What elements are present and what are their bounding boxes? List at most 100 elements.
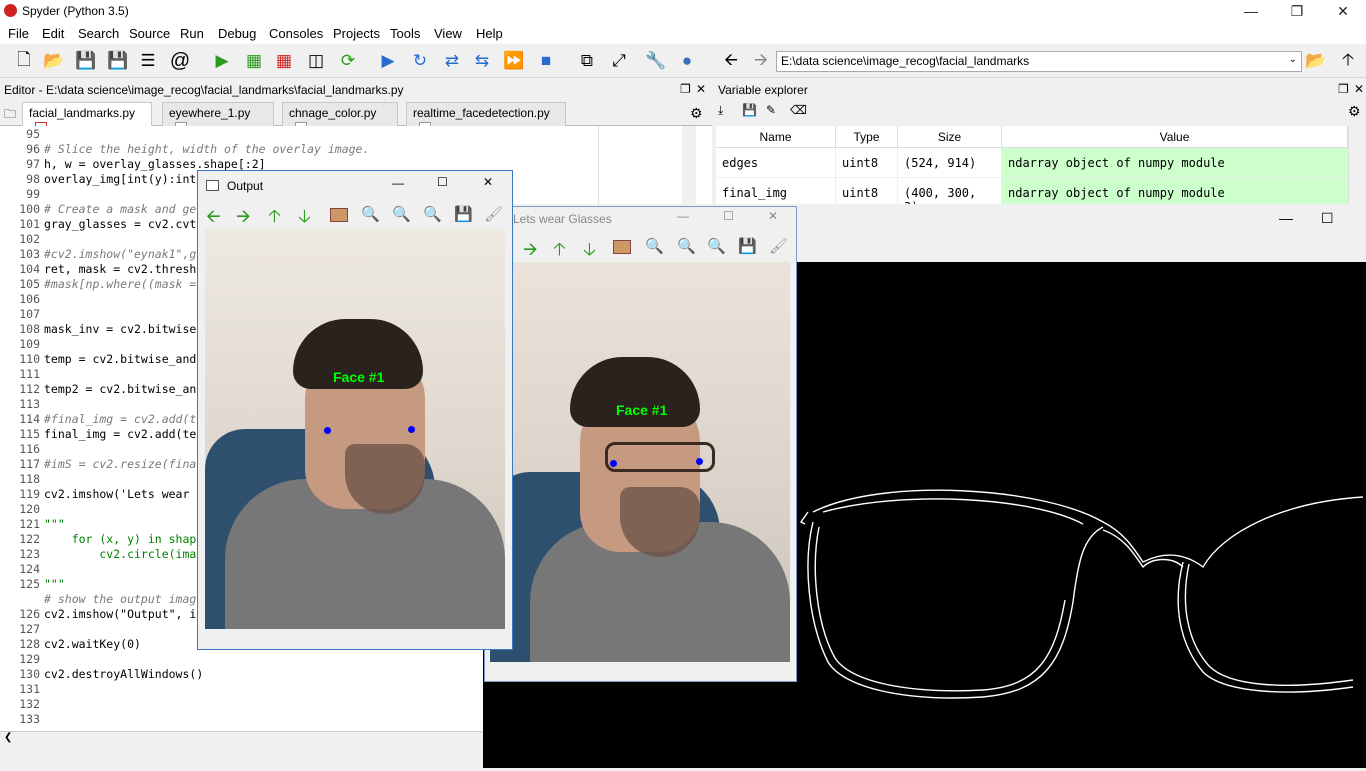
tab-eyewhere[interactable]: eyewhere_1.pyx (162, 102, 274, 134)
step-return-icon[interactable]: ⇆ (470, 50, 494, 72)
code-text: # show the output imag (44, 592, 197, 606)
var-name[interactable]: edges (716, 148, 836, 178)
open-folder-icon[interactable]: 📂 (42, 50, 66, 72)
forward-arrow-icon[interactable]: 🡪 (749, 50, 773, 72)
menu-help[interactable]: Help (476, 26, 503, 41)
tab-chnage-color[interactable]: chnage_color.pyx (282, 102, 398, 134)
column-header-type[interactable]: Type (836, 126, 898, 148)
menu-search[interactable]: Search (78, 26, 119, 41)
output-window[interactable]: Output — ☐ ✕ 🡨 🡪 🡡 🡣 🔍 🔍 🔍 💾 🖌 Face #1 (197, 170, 513, 650)
menu-run[interactable]: Run (180, 26, 204, 41)
zoom-fit-icon[interactable]: 🔍 (645, 237, 664, 255)
run-selection-icon[interactable]: ◫ (304, 50, 328, 72)
back-arrow-icon[interactable]: 🡨 (719, 50, 743, 72)
import-data-icon[interactable]: ⤓ (718, 103, 723, 118)
restore-button[interactable]: ❐ (1274, 0, 1320, 22)
save-icon[interactable]: 💾 (74, 50, 98, 72)
at-icon[interactable]: @ (168, 50, 192, 72)
var-value[interactable]: ndarray object of numpy module (1002, 148, 1348, 178)
image-icon[interactable] (613, 240, 631, 254)
parent-dir-icon[interactable]: 🡡 (1336, 50, 1360, 72)
close-button[interactable]: ✕ (768, 209, 778, 223)
gear-icon[interactable]: ⚙ (690, 105, 703, 122)
menu-source[interactable]: Source (129, 26, 170, 41)
close-button[interactable]: ✕ (1320, 0, 1366, 22)
fullscreen-icon[interactable]: ⤢ (607, 50, 631, 72)
save-as-icon[interactable]: ✎ (766, 103, 776, 117)
browse-tabs-icon[interactable]: 🗀 (4, 105, 16, 126)
line-number: 128 (19, 637, 40, 651)
undock-icon[interactable]: ❐ (1338, 82, 1349, 96)
python-icon[interactable]: ● (675, 50, 699, 72)
stop-icon[interactable]: ■ (534, 50, 558, 72)
step-into-icon[interactable]: ⇄ (440, 50, 464, 72)
save-all-icon[interactable]: 💾 (106, 50, 130, 72)
zoom-in-icon[interactable]: 🔍 (677, 237, 696, 255)
scroll-left-icon[interactable]: ❮ (4, 732, 12, 743)
zoom-out-icon[interactable]: 🔍 (423, 205, 442, 223)
menu-consoles[interactable]: Consoles (269, 26, 323, 41)
browse-folder-icon[interactable]: 📂 (1304, 50, 1328, 72)
var-size[interactable]: (524, 914) (898, 148, 1002, 178)
column-header-size[interactable]: Size (898, 126, 1002, 148)
save-icon[interactable]: 💾 (738, 237, 757, 255)
code-text: overlay_img[int(y):int (44, 172, 197, 186)
brush-icon[interactable]: 🖌 (484, 205, 503, 223)
line-number: 115 (19, 427, 40, 441)
save-data-icon[interactable]: 💾 (742, 103, 757, 117)
eraser-icon[interactable]: ⌫ (790, 103, 807, 117)
maximize-button[interactable]: ☐ (437, 175, 448, 189)
close-pane-icon[interactable]: ✕ (1354, 82, 1364, 96)
close-pane-icon[interactable]: ✕ (696, 82, 706, 96)
gear-icon[interactable]: ⚙ (1348, 103, 1361, 120)
minimize-button[interactable]: — (1279, 210, 1293, 226)
maximize-pane-icon[interactable]: ⧉ (575, 50, 599, 72)
code-text: """ (44, 517, 65, 531)
run-cell-advance-icon[interactable]: ▦ (272, 50, 296, 72)
brush-icon[interactable]: 🖌 (769, 237, 788, 255)
menu-debug[interactable]: Debug (218, 26, 256, 41)
step-icon[interactable]: ↻ (408, 50, 432, 72)
minimize-button[interactable]: — (1228, 0, 1274, 22)
line-number: 121 (19, 517, 40, 531)
menu-view[interactable]: View (434, 26, 462, 41)
lets-wear-glasses-window[interactable]: Lets wear Glasses — ☐ ✕ 🡪 🡡 🡣 🔍 🔍 🔍 💾 🖌 … (484, 206, 797, 682)
wrench-icon[interactable]: 🔧 (644, 50, 668, 72)
rerun-icon[interactable]: ⟳ (336, 50, 360, 72)
close-button[interactable]: ✕ (483, 175, 493, 189)
minimize-button[interactable]: — (677, 209, 689, 223)
menu-tools[interactable]: Tools (390, 26, 420, 41)
zoom-in-icon[interactable]: 🔍 (392, 205, 411, 223)
column-header-value[interactable]: Value (1002, 126, 1348, 148)
landmark-dot (610, 460, 617, 467)
editor-tabbar: 🗀 facial_landmarks.pyx eyewhere_1.pyx ch… (0, 100, 712, 134)
continue-icon[interactable]: ⏩ (502, 50, 526, 72)
run-icon[interactable]: ▶ (210, 50, 234, 72)
variable-table-scrollbar[interactable] (1348, 126, 1364, 206)
menu-file[interactable]: File (8, 26, 29, 41)
save-icon[interactable]: 💾 (454, 205, 473, 223)
line-number: 107 (19, 307, 40, 321)
image-icon[interactable] (330, 208, 348, 222)
line-number: 101 (19, 217, 40, 231)
debug-icon[interactable]: ▶ (376, 50, 400, 72)
tab-facial-landmarks[interactable]: facial_landmarks.pyx (22, 102, 152, 134)
var-type[interactable]: uint8 (836, 148, 898, 178)
menu-edit[interactable]: Edit (42, 26, 64, 41)
tab-label: realtime_facedetection.py (413, 106, 550, 120)
chevron-down-icon: ⌄ (1288, 54, 1297, 65)
zoom-out-icon[interactable]: 🔍 (707, 237, 726, 255)
zoom-fit-icon[interactable]: 🔍 (361, 205, 380, 223)
list-icon[interactable]: ☰ (136, 50, 160, 72)
horizontal-scrollbar[interactable]: ❮ (0, 731, 482, 747)
undock-icon[interactable]: ❐ (680, 82, 691, 96)
tab-realtime-facedetection[interactable]: realtime_facedetection.pyx (406, 102, 566, 134)
run-cell-icon[interactable]: ▦ (242, 50, 266, 72)
menu-projects[interactable]: Projects (333, 26, 380, 41)
working-directory-combobox[interactable]: E:\data science\image_recog\facial_landm… (776, 51, 1302, 72)
new-file-icon[interactable]: 🗋 (12, 50, 36, 72)
maximize-button[interactable]: ☐ (1321, 210, 1334, 227)
column-header-name[interactable]: Name (716, 126, 836, 148)
maximize-button[interactable]: ☐ (723, 209, 734, 223)
minimize-button[interactable]: — (392, 176, 404, 190)
